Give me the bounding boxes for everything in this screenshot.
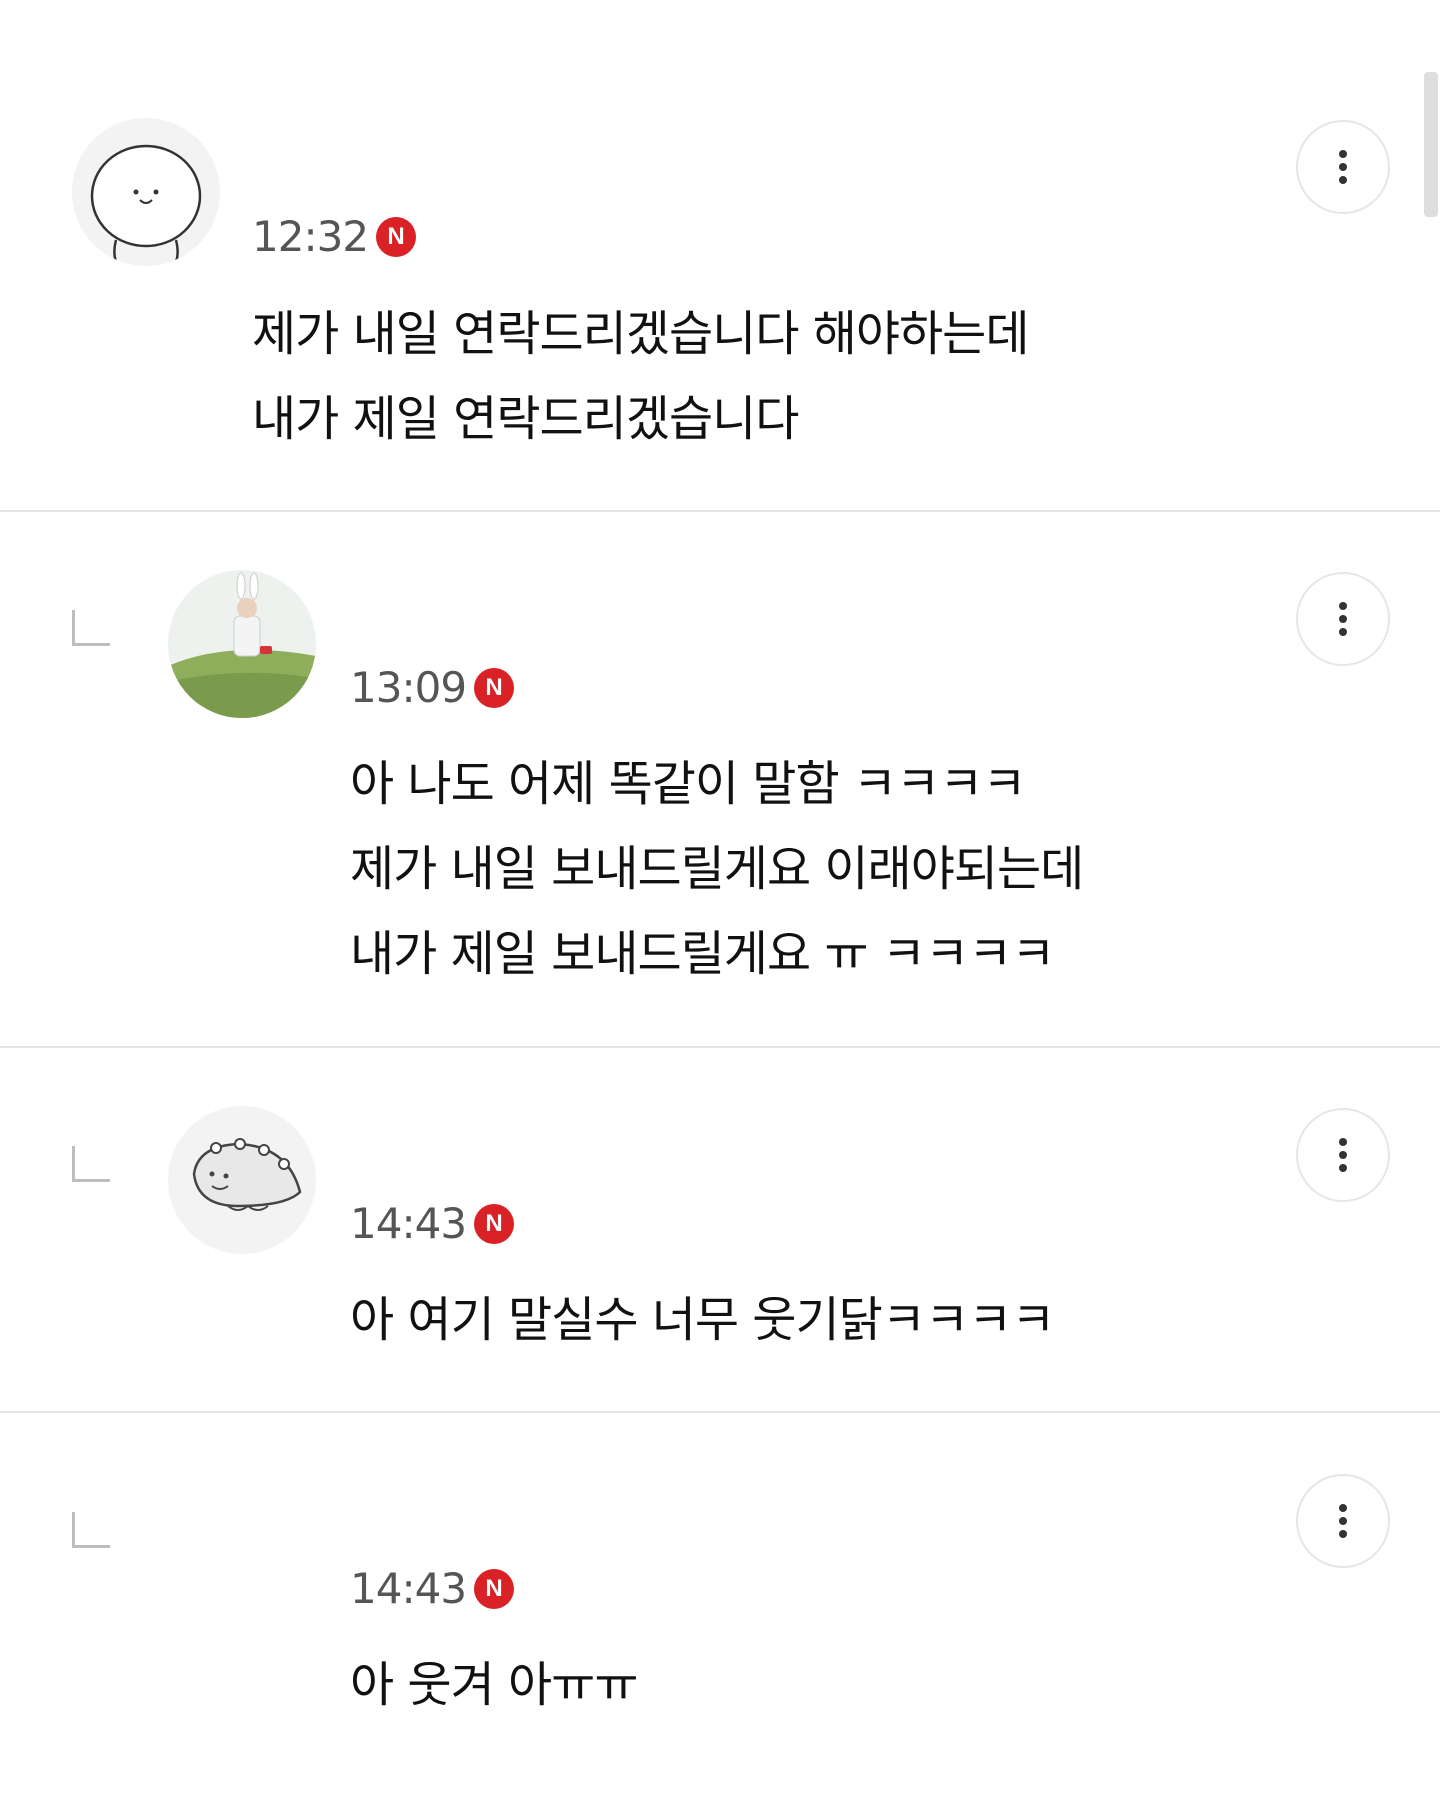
comment-time: 12:32 xyxy=(252,212,369,261)
more-vertical-icon xyxy=(1339,602,1347,610)
new-badge-icon: N xyxy=(474,1204,515,1244)
more-options-button[interactable] xyxy=(1296,1108,1390,1202)
reply-indent-icon xyxy=(72,1512,110,1548)
more-options-button[interactable] xyxy=(1296,572,1390,666)
comment-meta: 14:43 N xyxy=(350,1199,515,1249)
more-vertical-icon xyxy=(1339,615,1347,623)
comment-time: 14:43 xyxy=(350,1564,467,1613)
new-badge-icon: N xyxy=(474,1569,515,1609)
comment-time: 14:43 xyxy=(350,1199,467,1248)
avatar[interactable] xyxy=(72,118,220,266)
more-options-button[interactable] xyxy=(1296,1474,1390,1568)
more-vertical-icon xyxy=(1339,176,1347,184)
more-vertical-icon xyxy=(1339,1504,1347,1512)
comment-text: 제가 내일 연락드리겠습니다 해야하는데 내가 제일 연락드리겠습니다 xyxy=(252,292,1029,462)
comment-divider xyxy=(0,510,1440,512)
comment-text-line: 아 웃겨 아ㅠㅠ xyxy=(350,1657,638,1713)
comment-meta: 13:09 N xyxy=(350,663,515,713)
scrollbar-thumb[interactable] xyxy=(1424,72,1438,217)
comment-text-line: 아 여기 말실수 너무 웃기닭ㅋㅋㅋㅋ xyxy=(350,1292,1055,1348)
reply-indent-icon xyxy=(72,610,110,646)
more-vertical-icon xyxy=(1339,1151,1347,1159)
comment-text-line: 아 나도 어제 똑같이 말함 ㅋㅋㅋㅋ xyxy=(350,756,1027,812)
comment-text-line: 내가 제일 연락드리겠습니다 xyxy=(252,391,799,447)
avatar[interactable] xyxy=(168,1106,316,1254)
comment-divider xyxy=(0,1046,1440,1048)
reply-indent-icon xyxy=(72,1146,110,1182)
comment-time: 13:09 xyxy=(350,663,467,712)
more-vertical-icon xyxy=(1339,1164,1347,1172)
comment-text: 아 여기 말실수 너무 웃기닭ㅋㅋㅋㅋ xyxy=(350,1278,1055,1363)
more-vertical-icon xyxy=(1339,628,1347,636)
comment-text: 아 웃겨 아ㅠㅠ xyxy=(350,1643,638,1728)
new-badge-icon: N xyxy=(474,668,515,708)
comment-text: 아 나도 어제 똑같이 말함 ㅋㅋㅋㅋ 제가 내일 보내드릴게요 이래야되는데 … xyxy=(350,742,1084,997)
comment-meta: 12:32 N xyxy=(252,212,417,262)
new-badge-icon: N xyxy=(376,217,417,257)
more-options-button[interactable] xyxy=(1296,120,1390,214)
comment-divider xyxy=(0,1411,1440,1413)
more-vertical-icon xyxy=(1339,1530,1347,1538)
avatar[interactable] xyxy=(168,570,316,718)
comment-text-line: 제가 내일 연락드리겠습니다 해야하는데 xyxy=(252,306,1029,362)
comment-meta: 14:43 N xyxy=(350,1564,515,1614)
more-vertical-icon xyxy=(1339,163,1347,171)
more-vertical-icon xyxy=(1339,1517,1347,1525)
comment-text-line: 내가 제일 보내드릴게요 ㅠ ㅋㅋㅋㅋ xyxy=(350,926,1055,982)
more-vertical-icon xyxy=(1339,150,1347,158)
more-vertical-icon xyxy=(1339,1138,1347,1146)
comment-text-line: 제가 내일 보내드릴게요 이래야되는데 xyxy=(350,841,1084,897)
